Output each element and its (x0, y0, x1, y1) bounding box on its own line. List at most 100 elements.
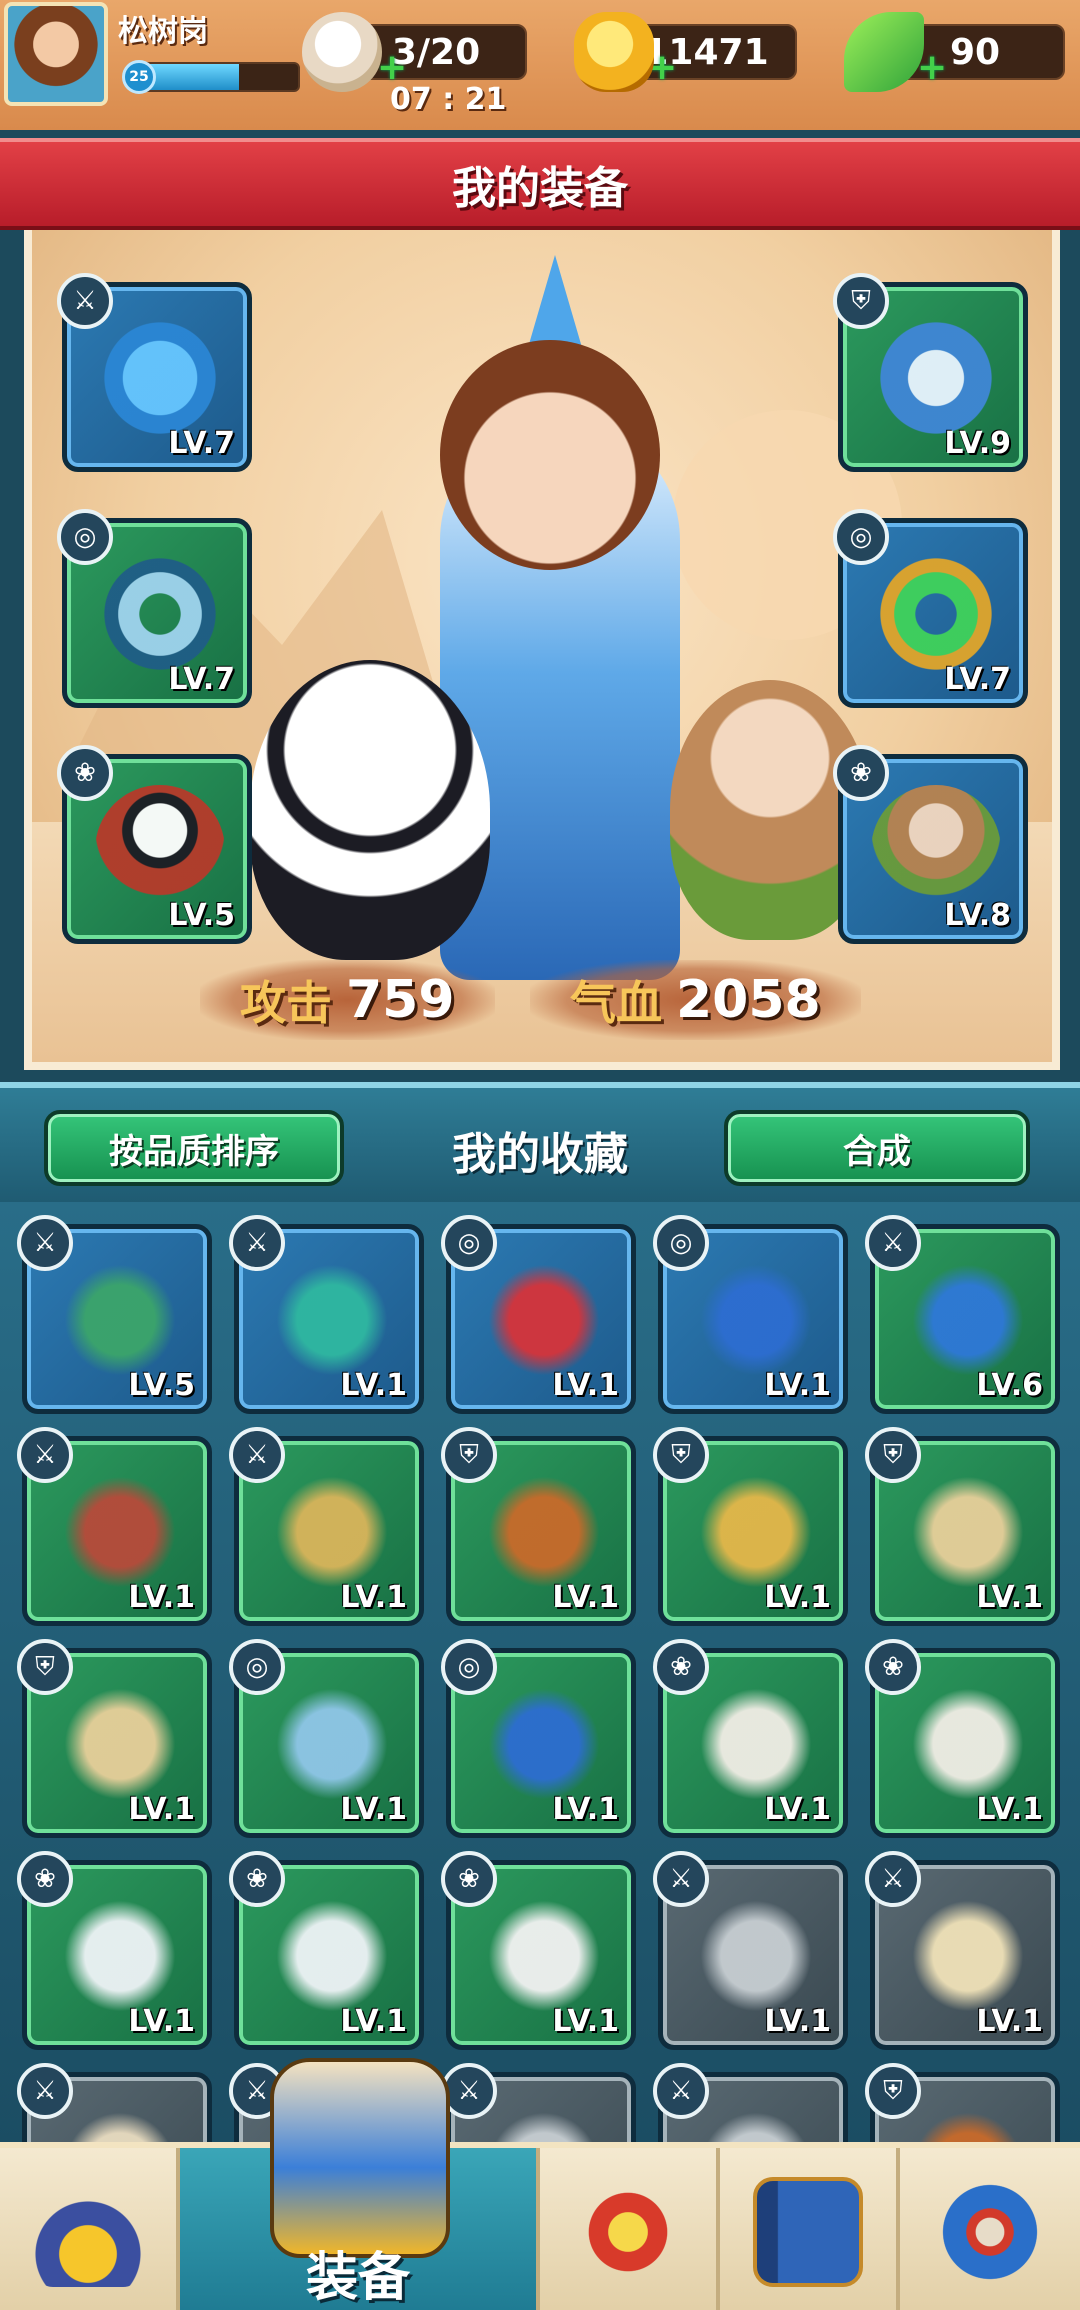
equipment-title-banner: 我的装备 (0, 138, 1080, 230)
hp-label: 气血 (570, 976, 662, 1030)
collection-item-slot[interactable]: ⚔ LV.1 (17, 1427, 212, 1626)
item-level: LV.9 (944, 426, 1011, 461)
jade-pendant-icon (95, 549, 225, 679)
collection-item-slot[interactable]: ⛨ LV.1 (17, 1639, 212, 1838)
item-art-icon (267, 1679, 397, 1809)
nav-tab-settings[interactable] (900, 2148, 1080, 2310)
item-type-icon: ◎ (441, 1215, 497, 1271)
collection-item-slot[interactable]: ❀ LV.1 (653, 1639, 848, 1838)
collection-item-slot[interactable]: ⛨ LV.1 (865, 1427, 1060, 1626)
item-type-icon: ⚔ (17, 1427, 73, 1483)
equip-slot-pet-2[interactable]: ❀ LV.8 (833, 745, 1028, 944)
collection-item-slot[interactable]: ⛨ LV.1 (653, 1427, 848, 1626)
item-art-icon (55, 1467, 185, 1597)
collection-item-slot[interactable]: ❀ LV.1 (865, 1639, 1060, 1838)
collection-item-slot[interactable]: ⚔ (653, 2063, 848, 2142)
bun-icon (302, 12, 382, 92)
gold-ingot-shop-icon (33, 2177, 143, 2287)
collection-item-slot[interactable]: ◎ LV.1 (653, 1215, 848, 1414)
item-type-icon: ⚔ (865, 1851, 921, 1907)
collection-title: 我的收藏 (452, 1129, 628, 1180)
sort-by-quality-button[interactable]: 按品质排序 (44, 1110, 344, 1186)
collection-item-slot[interactable]: ◎ LV.1 (441, 1639, 636, 1838)
item-level: LV.1 (128, 1580, 195, 1615)
collection-item-slot[interactable]: ◎ LV.1 (441, 1215, 636, 1414)
item-type-icon: ❀ (17, 1851, 73, 1907)
equip-slot-pendant-2[interactable]: ◎ LV.7 (833, 509, 1028, 708)
hero-head (440, 340, 660, 570)
item-art-icon (267, 1467, 397, 1597)
equip-slot-armor[interactable]: ⛨ LV.9 (833, 273, 1028, 472)
item-art-icon (691, 2103, 821, 2142)
collection-item-slot[interactable]: ⚔ LV.6 (865, 1215, 1060, 1414)
panda-companion (250, 660, 490, 960)
item-type-icon: ⚔ (17, 2063, 73, 2119)
collection-item-slot[interactable]: ⛨ LV.1 (441, 1427, 636, 1626)
collection-item-slot[interactable]: ⚔ LV.1 (229, 1215, 424, 1414)
attack-stat: 攻击 759 (200, 960, 495, 1040)
jade-value: 90 (949, 31, 1001, 73)
player-avatar[interactable] (4, 2, 108, 106)
item-level: LV.1 (976, 2004, 1043, 2039)
pendant-type-icon: ◎ (833, 509, 889, 565)
pendant-type-icon: ◎ (57, 509, 113, 565)
collection-grid-area[interactable]: ⚔ LV.5 ⚔ LV.1 ◎ LV.1 ◎ LV.1 ⚔ LV.6 ⚔ LV.1 ⚔ LV.1 ⛨ LV.1… (0, 1202, 1080, 2142)
item-type-icon: ⚔ (653, 1851, 709, 1907)
attack-value: 759 (346, 970, 455, 1030)
collection-item-slot[interactable]: ◎ LV.1 (229, 1639, 424, 1838)
item-level: LV.1 (552, 2004, 619, 2039)
item-type-icon: ❀ (653, 1639, 709, 1695)
collection-item-slot[interactable]: ⚔ LV.1 (229, 1427, 424, 1626)
item-level: LV.1 (340, 1580, 407, 1615)
monkey-pet-icon (871, 785, 1001, 915)
nav-tab-equipment[interactable]: 装备 (180, 2058, 540, 2310)
item-level: LV.1 (764, 1580, 831, 1615)
equip-slot-pendant[interactable]: ◎ LV.7 (57, 509, 252, 708)
item-level: LV.5 (128, 1368, 195, 1403)
hp-value: 2058 (676, 970, 821, 1030)
book-icon (753, 2177, 863, 2287)
xp-bar-fill (142, 64, 239, 90)
collection-item-slot[interactable]: ⚔ LV.5 (17, 1215, 212, 1414)
bottom-nav-bar: 装备 (0, 2058, 1080, 2310)
combine-button[interactable]: 合成 (724, 1110, 1030, 1186)
item-art-icon (691, 1679, 821, 1809)
item-art-icon (903, 1891, 1033, 2021)
item-level: LV.1 (764, 1368, 831, 1403)
equip-slot-pet[interactable]: ❀ LV.5 (57, 745, 252, 944)
item-type-icon: ⛨ (865, 2063, 921, 2119)
item-art-icon (691, 1255, 821, 1385)
item-type-icon: ❀ (229, 1851, 285, 1907)
panda-pet-icon (95, 785, 225, 915)
player-name: 松树岗 (118, 14, 208, 49)
item-type-icon: ◎ (441, 1639, 497, 1695)
item-art-icon (479, 1891, 609, 2021)
collection-item-slot[interactable]: ⛨ (865, 2063, 1060, 2142)
stamina-timer: 07 : 21 (390, 82, 507, 117)
item-level: LV.7 (168, 426, 235, 461)
collection-item-slot[interactable]: ⚔ (17, 2063, 212, 2142)
item-type-icon: ❀ (441, 1851, 497, 1907)
robe-icon (270, 2058, 450, 2258)
item-level: LV.1 (976, 1580, 1043, 1615)
item-level: LV.1 (552, 1580, 619, 1615)
item-type-icon: ⛨ (865, 1427, 921, 1483)
nav-tab-shop[interactable] (0, 2148, 180, 2310)
collection-header: 按品质排序 我的收藏 合成 (0, 1082, 1080, 1202)
collection-item-slot[interactable]: ❀ LV.1 (229, 1851, 424, 2050)
item-type-icon: ⚔ (229, 1215, 285, 1271)
collection-item-slot[interactable]: ⚔ LV.1 (865, 1851, 1060, 2050)
equip-slot-weapon[interactable]: ⚔ LV.7 (57, 273, 252, 472)
item-level: LV.1 (976, 1792, 1043, 1827)
collection-item-slot[interactable]: ⚔ (441, 2063, 636, 2142)
collection-item-slot[interactable]: ❀ LV.1 (441, 1851, 636, 2050)
nav-tab-book[interactable] (720, 2148, 900, 2310)
collection-item-slot[interactable]: ⚔ LV.1 (653, 1851, 848, 2050)
collection-item-slot[interactable]: ❀ LV.1 (17, 1851, 212, 2050)
gold-ingot-icon (574, 12, 654, 92)
nav-tab-battle[interactable] (540, 2148, 720, 2310)
item-art-icon (903, 1467, 1033, 1597)
item-level: LV.1 (340, 1792, 407, 1827)
pet-type-icon: ❀ (57, 745, 113, 801)
player-level-badge: 25 (122, 60, 156, 94)
